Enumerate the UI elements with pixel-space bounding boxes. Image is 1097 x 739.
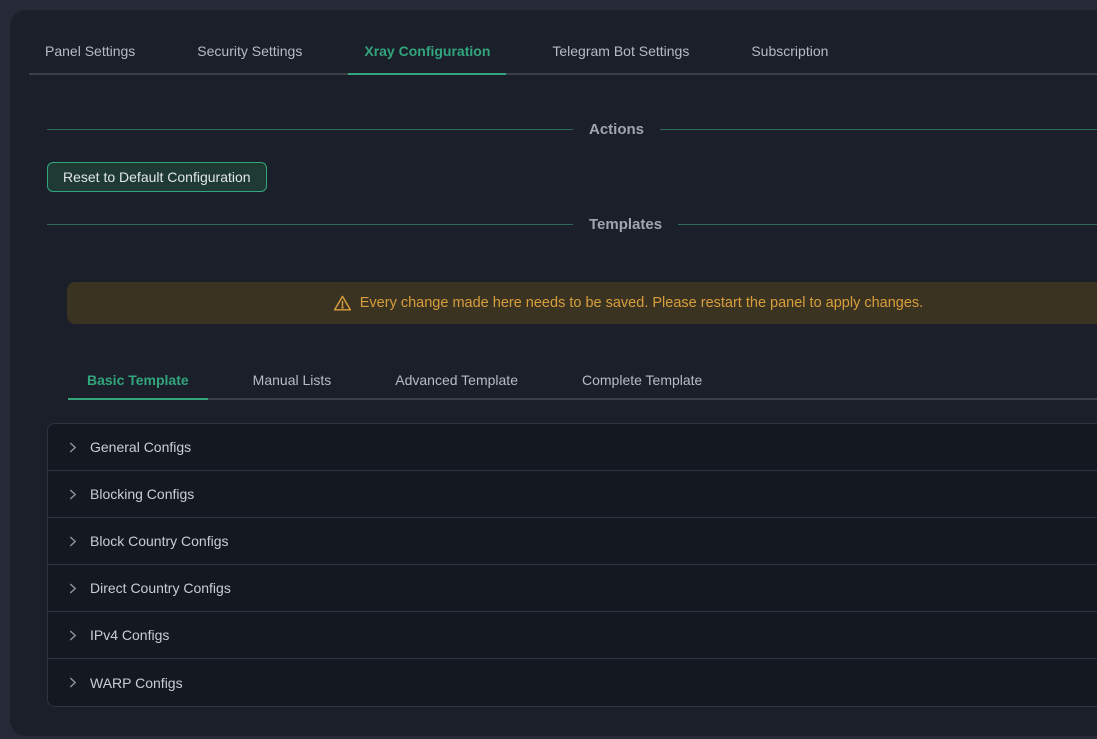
- accordion-item-warp-configs[interactable]: WARP Configs: [48, 659, 1097, 706]
- tab-complete-template[interactable]: Complete Template: [563, 372, 721, 398]
- tab-security-settings[interactable]: Security Settings: [181, 43, 318, 73]
- divider-line: [678, 224, 1097, 225]
- tab-manual-lists[interactable]: Manual Lists: [234, 372, 351, 398]
- chevron-right-icon: [67, 630, 78, 641]
- accordion-item-label: IPv4 Configs: [90, 627, 169, 643]
- tab-basic-template[interactable]: Basic Template: [68, 372, 208, 400]
- chevron-right-icon: [67, 442, 78, 453]
- divider-line: [660, 129, 1097, 130]
- divider-line: [47, 129, 573, 130]
- warning-triangle-icon: [333, 294, 352, 313]
- tab-panel-settings[interactable]: Panel Settings: [29, 43, 151, 73]
- config-accordion: General Configs Blocking Configs Block C…: [47, 423, 1097, 707]
- template-tab-bar: Basic Template Manual Lists Advanced Tem…: [68, 372, 1097, 400]
- chevron-right-icon: [67, 583, 78, 594]
- templates-divider: Templates: [47, 213, 1097, 235]
- warning-text: Every change made here needs to be saved…: [360, 295, 923, 311]
- divider-line: [47, 224, 573, 225]
- accordion-item-ipv4-configs[interactable]: IPv4 Configs: [48, 612, 1097, 659]
- templates-section-title: Templates: [589, 216, 662, 233]
- accordion-item-label: Block Country Configs: [90, 533, 229, 549]
- reset-to-default-button[interactable]: Reset to Default Configuration: [47, 162, 267, 192]
- chevron-right-icon: [67, 536, 78, 547]
- chevron-right-icon: [67, 489, 78, 500]
- tab-advanced-template[interactable]: Advanced Template: [376, 372, 537, 398]
- accordion-item-blocking-configs[interactable]: Blocking Configs: [48, 471, 1097, 518]
- settings-card: Panel Settings Security Settings Xray Co…: [10, 10, 1097, 736]
- actions-section-title: Actions: [589, 121, 644, 138]
- main-tab-bar: Panel Settings Security Settings Xray Co…: [29, 10, 1097, 75]
- accordion-item-label: General Configs: [90, 439, 191, 455]
- actions-divider: Actions: [47, 118, 1097, 140]
- accordion-item-general-configs[interactable]: General Configs: [48, 424, 1097, 471]
- accordion-item-block-country-configs[interactable]: Block Country Configs: [48, 518, 1097, 565]
- tab-xray-configuration[interactable]: Xray Configuration: [348, 43, 506, 75]
- chevron-right-icon: [67, 677, 78, 688]
- accordion-item-label: Blocking Configs: [90, 486, 194, 502]
- accordion-item-direct-country-configs[interactable]: Direct Country Configs: [48, 565, 1097, 612]
- tab-telegram-bot-settings[interactable]: Telegram Bot Settings: [536, 43, 705, 73]
- restart-warning-banner: Every change made here needs to be saved…: [67, 282, 1097, 324]
- accordion-item-label: WARP Configs: [90, 675, 183, 691]
- accordion-item-label: Direct Country Configs: [90, 580, 231, 596]
- tab-subscription[interactable]: Subscription: [735, 43, 844, 73]
